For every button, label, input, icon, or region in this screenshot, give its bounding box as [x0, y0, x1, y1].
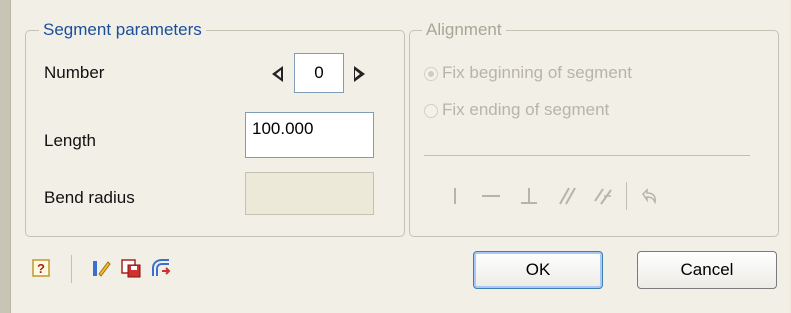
- perpendicular-icon[interactable]: [518, 185, 540, 207]
- horizontal-line-icon[interactable]: [480, 185, 502, 207]
- length-value: 100.000: [252, 119, 314, 138]
- number-decrement-button[interactable]: [269, 61, 287, 87]
- angled-parallel-icon[interactable]: [592, 185, 614, 207]
- length-label: Length: [44, 131, 96, 150]
- radio-button-selected: [424, 67, 438, 81]
- alignment-group: Alignment Fix beginning of segment Fix e…: [409, 20, 779, 237]
- parallel-icon[interactable]: [556, 185, 578, 207]
- ok-label: OK: [525, 260, 551, 279]
- dialog-body: Segment parameters Number 0 Length 100.0…: [10, 0, 790, 313]
- cancel-button[interactable]: Cancel: [637, 251, 777, 289]
- help-icon[interactable]: ?: [30, 257, 52, 279]
- fix-ending-radio[interactable]: Fix ending of segment: [424, 100, 724, 122]
- segment-parameters-legend: Segment parameters: [39, 20, 206, 40]
- save-icon[interactable]: [120, 257, 142, 279]
- number-value: 0: [314, 63, 324, 82]
- bend-radius-label: Bend radius: [44, 188, 135, 207]
- segment-parameters-group: Segment parameters Number 0 Length 100.0…: [25, 20, 405, 237]
- window-edge: [0, 0, 10, 313]
- tool-separator: [626, 182, 627, 210]
- number-field[interactable]: 0: [294, 53, 344, 93]
- undo-icon[interactable]: [638, 185, 660, 207]
- fix-beginning-radio[interactable]: Fix beginning of segment: [424, 63, 724, 85]
- cancel-label: Cancel: [680, 260, 734, 279]
- length-input[interactable]: 100.000: [245, 112, 374, 158]
- bend-radius-input[interactable]: [245, 172, 374, 215]
- vertical-line-icon[interactable]: [444, 185, 466, 207]
- dialog: Segment parameters Number 0 Length 100.0…: [0, 0, 791, 313]
- fix-ending-label: Fix ending of segment: [442, 100, 610, 119]
- radio-button: [424, 104, 438, 118]
- svg-text:?: ?: [37, 261, 45, 276]
- alignment-separator: [424, 155, 750, 156]
- number-increment-button[interactable]: [351, 61, 369, 87]
- ok-button[interactable]: OK: [473, 251, 603, 289]
- edit-icon[interactable]: [90, 257, 112, 279]
- number-label: Number: [44, 63, 105, 82]
- fix-beginning-label: Fix beginning of segment: [442, 63, 632, 82]
- rebuild-icon[interactable]: [150, 257, 172, 279]
- alignment-legend: Alignment: [422, 20, 506, 40]
- toolbar-separator: [71, 255, 72, 283]
